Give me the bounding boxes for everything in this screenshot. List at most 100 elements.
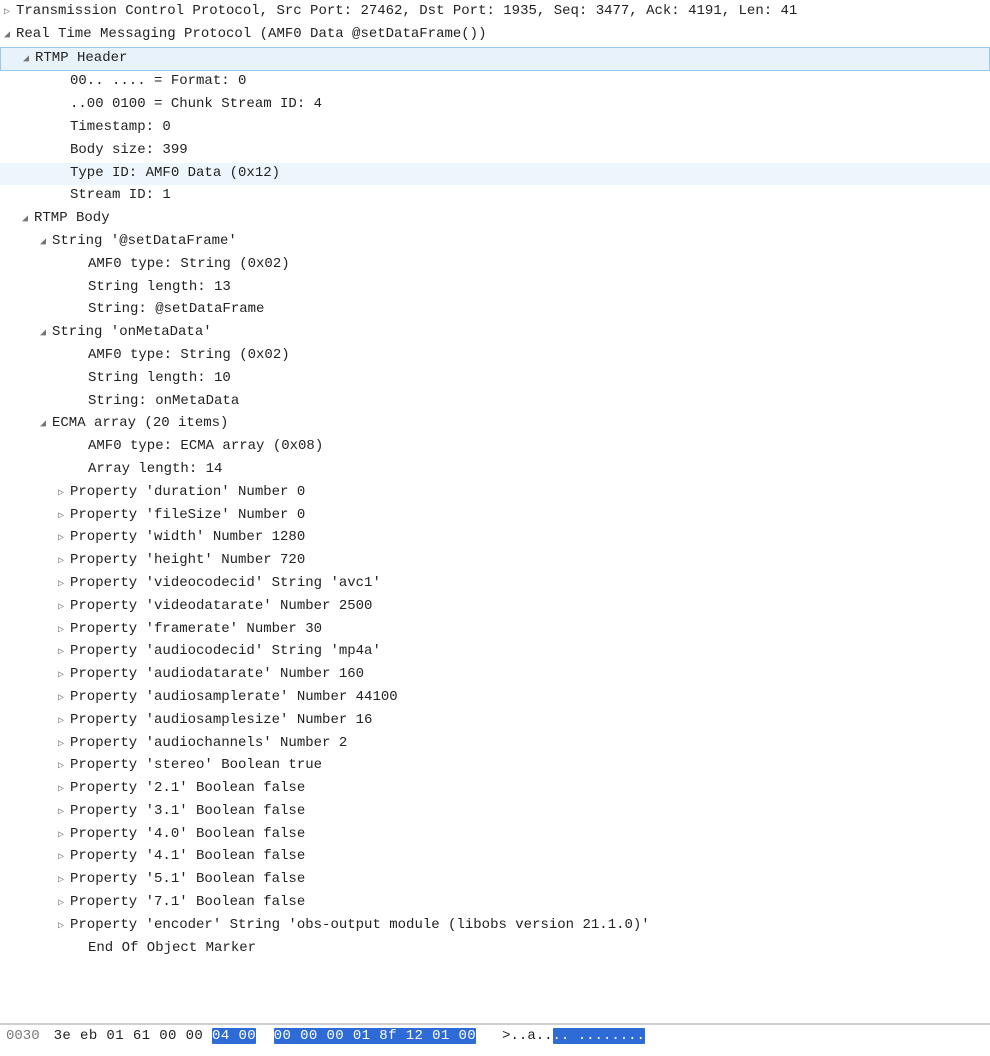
tree-node-property[interactable]: Property '4.1' Boolean false [0,846,990,869]
tree-node-property[interactable]: Property 'videocodecid' String 'avc1' [0,573,990,596]
node-label: RTMP Body [34,210,110,226]
chevron-right-icon[interactable] [58,735,70,756]
chevron-right-icon[interactable] [58,552,70,573]
tree-node[interactable]: String: @setDataFrame [0,299,990,322]
tree-node-rtmp[interactable]: Real Time Messaging Protocol (AMF0 Data … [0,24,990,47]
hex-bytes-selection: 00 00 00 01 8f 12 01 00 [274,1028,476,1044]
chevron-right-icon[interactable] [58,689,70,710]
node-label: String length: 13 [88,279,231,295]
chevron-right-icon[interactable] [58,871,70,892]
node-label: Timestamp: 0 [70,119,171,135]
hex-ascii[interactable]: >..a.... ........ [502,1028,645,1044]
tree-node-property[interactable]: Property 'audiochannels' Number 2 [0,733,990,756]
node-label: Transmission Control Protocol, Src Port:… [16,3,797,19]
node-label: Property 'fileSize' Number 0 [70,507,305,523]
chevron-right-icon[interactable] [58,712,70,733]
tree-node-string-onmetadata[interactable]: String 'onMetaData' [0,322,990,345]
node-label: AMF0 type: ECMA array (0x08) [88,438,323,454]
tree-node-property[interactable]: Property 'audiosamplesize' Number 16 [0,710,990,733]
tree-node-stream-id[interactable]: Stream ID: 1 [0,185,990,208]
chevron-right-icon[interactable] [58,757,70,778]
tree-node-property[interactable]: Property 'duration' Number 0 [0,482,990,505]
tree-node-property[interactable]: Property 'framerate' Number 30 [0,619,990,642]
tree-node[interactable]: AMF0 type: ECMA array (0x08) [0,436,990,459]
tree-node-property[interactable]: Property 'audiosamplerate' Number 44100 [0,687,990,710]
node-label: Property 'duration' Number 0 [70,484,305,500]
tree-node[interactable]: Array length: 14 [0,459,990,482]
node-label: Array length: 14 [88,461,222,477]
tree-node-property[interactable]: Property 'fileSize' Number 0 [0,505,990,528]
tree-node[interactable]: AMF0 type: String (0x02) [0,254,990,277]
tree-node[interactable]: String: onMetaData [0,391,990,414]
tree-node-end-marker[interactable]: End Of Object Marker [0,938,990,961]
tree-node-property[interactable]: Property '5.1' Boolean false [0,869,990,892]
chevron-right-icon[interactable] [58,826,70,847]
tree-node-property[interactable]: Property 'width' Number 1280 [0,527,990,550]
tree-node-body-size[interactable]: Body size: 399 [0,140,990,163]
tree-node[interactable]: String length: 10 [0,368,990,391]
chevron-right-icon[interactable] [58,575,70,596]
hex-bytes[interactable]: 3e eb 01 61 00 00 04 00 00 00 00 01 8f 1… [54,1028,477,1044]
node-label: Stream ID: 1 [70,187,171,203]
chevron-down-icon[interactable] [22,210,34,231]
tree-node-property[interactable]: Property 'encoder' String 'obs-output mo… [0,915,990,938]
node-label: Property '4.1' Boolean false [70,848,305,864]
chevron-right-icon[interactable] [58,507,70,528]
node-label: Property 'audiocodecid' String 'mp4a' [70,643,381,659]
chevron-right-icon[interactable] [58,529,70,550]
tree-node-timestamp[interactable]: Timestamp: 0 [0,117,990,140]
node-label: Property '3.1' Boolean false [70,803,305,819]
chevron-right-icon[interactable] [58,666,70,687]
node-label: 00.. .... = Format: 0 [70,73,246,89]
node-label: Property 'stereo' Boolean true [70,757,322,773]
tree-node-property[interactable]: Property '7.1' Boolean false [0,892,990,915]
tree-node-property[interactable]: Property 'audiocodecid' String 'mp4a' [0,641,990,664]
chevron-right-icon[interactable] [58,598,70,619]
chevron-right-icon[interactable] [58,484,70,505]
tree-node-property[interactable]: Property '4.0' Boolean false [0,824,990,847]
node-label: Property 'audiochannels' Number 2 [70,735,347,751]
node-label: Type ID: AMF0 Data (0x12) [70,165,280,181]
tree-node-property[interactable]: Property 'height' Number 720 [0,550,990,573]
tree-node-property[interactable]: Property '2.1' Boolean false [0,778,990,801]
chevron-right-icon[interactable] [58,780,70,801]
chevron-right-icon[interactable] [58,917,70,938]
node-label: Property 'width' Number 1280 [70,529,305,545]
node-label: Property '4.0' Boolean false [70,826,305,842]
tree-node-chunk-id[interactable]: ..00 0100 = Chunk Stream ID: 4 [0,94,990,117]
chevron-down-icon[interactable] [40,415,52,436]
chevron-down-icon[interactable] [23,50,35,71]
tree-node-property[interactable]: Property '3.1' Boolean false [0,801,990,824]
chevron-down-icon[interactable] [40,324,52,345]
tree-node-string-setdataframe[interactable]: String '@setDataFrame' [0,231,990,254]
packet-details-tree[interactable]: Transmission Control Protocol, Src Port:… [0,0,990,1025]
node-label: Body size: 399 [70,142,188,158]
tree-node-property[interactable]: Property 'stereo' Boolean true [0,755,990,778]
chevron-right-icon[interactable] [58,803,70,824]
tree-node-rtmp-body[interactable]: RTMP Body [0,208,990,231]
node-label: Property 'framerate' Number 30 [70,621,322,637]
node-label: Property 'height' Number 720 [70,552,305,568]
tree-node-property[interactable]: Property 'audiodatarate' Number 160 [0,664,990,687]
chevron-right-icon[interactable] [58,848,70,869]
node-label: String: onMetaData [88,393,239,409]
chevron-right-icon[interactable] [4,3,16,24]
hex-dump-row[interactable]: 0030 3e eb 01 61 00 00 04 00 00 00 00 01… [0,1025,990,1047]
tree-node[interactable]: String length: 13 [0,277,990,300]
tree-node-tcp[interactable]: Transmission Control Protocol, Src Port:… [0,1,990,24]
tree-node-format[interactable]: 00.. .... = Format: 0 [0,71,990,94]
tree-node-type-id[interactable]: Type ID: AMF0 Data (0x12) [0,163,990,186]
tree-node-property[interactable]: Property 'videodatarate' Number 2500 [0,596,990,619]
chevron-right-icon[interactable] [58,643,70,664]
node-label: Property 'audiosamplerate' Number 44100 [70,689,398,705]
tree-node[interactable]: AMF0 type: String (0x02) [0,345,990,368]
chevron-right-icon[interactable] [58,621,70,642]
node-label: String: @setDataFrame [88,301,264,317]
chevron-right-icon[interactable] [58,894,70,915]
tree-node-rtmp-header[interactable]: RTMP Header [0,47,990,72]
node-label: String length: 10 [88,370,231,386]
tree-node-ecma-array[interactable]: ECMA array (20 items) [0,413,990,436]
node-label: Property '2.1' Boolean false [70,780,305,796]
chevron-down-icon[interactable] [40,233,52,254]
chevron-down-icon[interactable] [4,26,16,47]
